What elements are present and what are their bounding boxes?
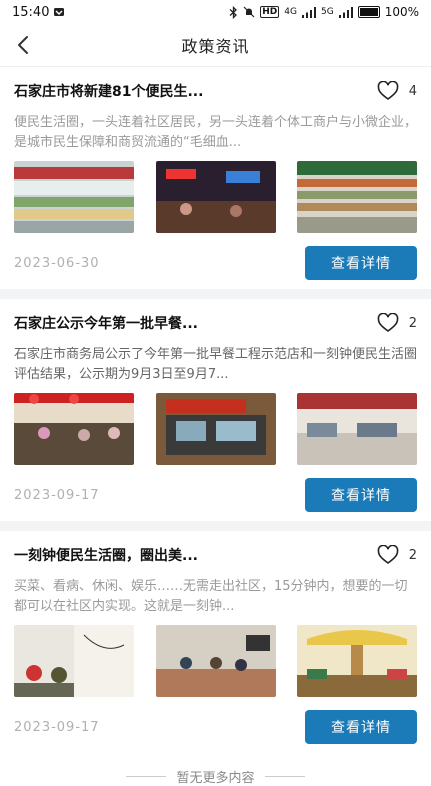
like-count: 2 bbox=[408, 547, 417, 563]
article-title[interactable]: 石家庄公示今年第一批早餐... bbox=[14, 313, 198, 333]
article-image[interactable] bbox=[14, 393, 134, 465]
view-details-button[interactable]: 查看详情 bbox=[305, 246, 417, 280]
end-line-left bbox=[126, 776, 167, 777]
like-count: 2 bbox=[408, 315, 417, 331]
article-date: 2023-09-17 bbox=[14, 487, 100, 503]
divider bbox=[0, 289, 431, 299]
status-left: 15:40 bbox=[12, 5, 65, 20]
mute-icon bbox=[243, 6, 255, 18]
like-count: 4 bbox=[408, 83, 417, 99]
like-button[interactable]: 2 bbox=[377, 545, 417, 565]
battery-label: 100% bbox=[384, 5, 419, 19]
divider bbox=[0, 521, 431, 531]
status-right: HD 4G 5G 100% bbox=[229, 5, 419, 19]
back-button[interactable] bbox=[8, 30, 38, 60]
status-bar: 15:40 HD 4G 5G 100% bbox=[0, 0, 431, 24]
view-details-button[interactable]: 查看详情 bbox=[305, 478, 417, 512]
view-details-button[interactable]: 查看详情 bbox=[305, 710, 417, 744]
article-card[interactable]: 石家庄公示今年第一批早餐... 2 石家庄市商务局公示了今年第一批早餐工程示范店… bbox=[0, 299, 431, 521]
article-summary: 便民生活圈，一头连着社区居民，另一头连着个体工商户与小微企业，是城市民生保障和商… bbox=[14, 115, 417, 150]
article-card[interactable]: 一刻钟便民生活圈，圈出美... 2 买菜、看病、休闲、娱乐……无需走出社区，15… bbox=[0, 531, 431, 753]
article-card[interactable]: 石家庄市将新建81个便民生... 4 便民生活圈，一头连着社区居民，另一头连着个… bbox=[0, 67, 431, 289]
back-icon bbox=[18, 36, 28, 54]
article-image[interactable] bbox=[155, 393, 276, 465]
image-row bbox=[14, 161, 417, 233]
signal-icon-2 bbox=[338, 6, 353, 18]
article-summary: 买菜、看病、休闲、娱乐……无需走出社区，15分钟内，想要的一切都可以在社区内实现… bbox=[14, 579, 408, 614]
article-summary: 石家庄市商务局公示了今年第一批早餐工程示范店和一刻钟便民生活圈评估结果，公示期为… bbox=[14, 347, 417, 382]
hd-label: HD bbox=[260, 6, 280, 18]
article-image[interactable] bbox=[155, 625, 276, 697]
image-row bbox=[14, 625, 417, 697]
end-line-right bbox=[264, 776, 305, 777]
heart-icon bbox=[377, 81, 399, 100]
heart-icon bbox=[377, 313, 399, 332]
article-image[interactable] bbox=[297, 393, 417, 465]
like-button[interactable]: 4 bbox=[377, 81, 417, 101]
article-image[interactable] bbox=[297, 625, 417, 697]
article-title[interactable]: 石家庄市将新建81个便民生... bbox=[14, 81, 203, 101]
article-image[interactable] bbox=[14, 161, 134, 233]
notification-icon bbox=[53, 6, 65, 18]
signal-icon bbox=[301, 6, 316, 18]
status-time: 15:40 bbox=[12, 4, 50, 20]
battery-icon bbox=[357, 6, 380, 18]
article-title[interactable]: 一刻钟便民生活圈，圈出美... bbox=[14, 545, 198, 565]
article-date: 2023-09-17 bbox=[14, 719, 100, 735]
article-date: 2023-06-30 bbox=[14, 255, 100, 271]
header: 政策资讯 bbox=[0, 24, 431, 67]
article-image[interactable] bbox=[297, 161, 417, 233]
network-4g-label: 4G bbox=[284, 7, 297, 17]
article-image[interactable] bbox=[14, 625, 134, 697]
article-image[interactable] bbox=[155, 161, 276, 233]
image-row bbox=[14, 393, 417, 465]
network-5g-label: 5G bbox=[320, 7, 334, 17]
bluetooth-icon bbox=[229, 5, 238, 19]
heart-icon bbox=[377, 545, 399, 564]
like-button[interactable]: 2 bbox=[377, 313, 417, 333]
page-title: 政策资讯 bbox=[181, 37, 250, 56]
